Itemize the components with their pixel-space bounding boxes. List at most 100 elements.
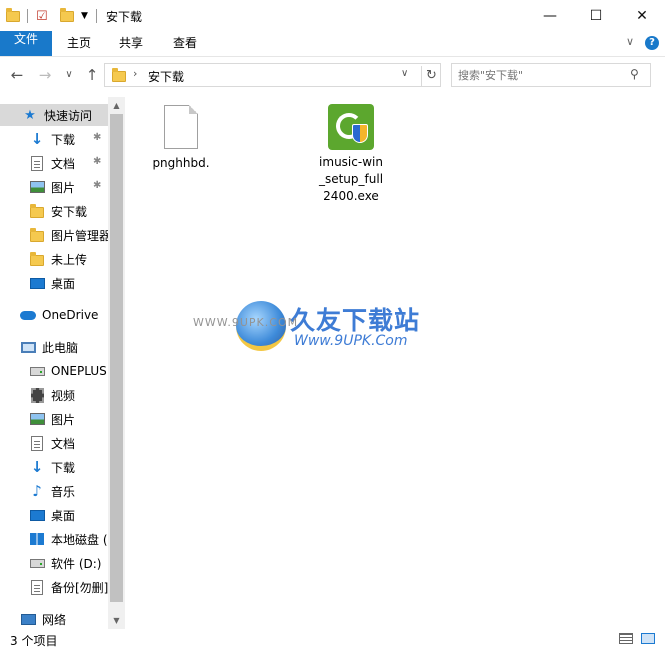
- sidebar-item-label: 未上传: [51, 252, 88, 267]
- document-icon: [31, 435, 43, 451]
- sidebar-item-pc-documents[interactable]: 文档: [0, 432, 108, 454]
- cloud-icon: [20, 310, 36, 320]
- tab-home[interactable]: 主页: [58, 31, 100, 56]
- sidebar-item-label: 图片管理器: [51, 228, 108, 243]
- desktop-icon: [29, 509, 45, 521]
- pin-icon[interactable]: ✱: [93, 180, 101, 191]
- expand-ribbon-icon[interactable]: ∨: [626, 35, 634, 48]
- details-view-icon[interactable]: [619, 633, 633, 644]
- new-folder-icon[interactable]: [60, 6, 74, 26]
- sidebar-item-label: 下载: [51, 460, 76, 475]
- tab-view[interactable]: 查看: [164, 31, 206, 56]
- customize-toolbar-icon[interactable]: ▼: [81, 6, 88, 26]
- scrollbar-thumb[interactable]: [110, 114, 123, 602]
- file-name: pnghhbd.: [152, 156, 210, 170]
- back-arrow-icon[interactable]: ←: [8, 65, 26, 85]
- file-name: imusic-win _setup_full 2400.exe: [318, 155, 384, 203]
- chevron-right-icon[interactable]: ›: [133, 67, 137, 80]
- picture-icon: [29, 413, 45, 425]
- refresh-icon[interactable]: ↻: [421, 66, 441, 86]
- maximize-button[interactable]: ☐: [573, 0, 619, 31]
- sidebar-item-anxiazai[interactable]: 安下载: [0, 200, 108, 222]
- sidebar-item-onedrive[interactable]: OneDrive: [0, 304, 108, 326]
- folder-icon: [30, 252, 44, 266]
- sidebar-item-downloads[interactable]: ↓ 下载 ✱: [0, 128, 108, 150]
- nav-scrollbar[interactable]: ▲ ▼: [108, 97, 125, 629]
- file-item[interactable]: pnghhbd.: [139, 105, 223, 172]
- sidebar-item-label: 此电脑: [42, 340, 79, 355]
- sidebar-item-pictures[interactable]: 图片 ✱: [0, 176, 108, 198]
- phone-device-icon: [29, 366, 45, 376]
- sidebar-item-documents[interactable]: 文档 ✱: [0, 152, 108, 174]
- document-icon: [164, 105, 198, 149]
- sidebar-item-label: 图片: [51, 180, 76, 195]
- folder-icon: [30, 204, 44, 218]
- document-icon: [31, 155, 43, 171]
- download-arrow-icon: ↓: [30, 130, 44, 148]
- sidebar-item-pc-pictures[interactable]: 图片: [0, 408, 108, 430]
- sidebar-item-label: 桌面: [51, 508, 76, 523]
- tab-file[interactable]: 文件: [0, 31, 52, 56]
- video-icon: [30, 387, 44, 403]
- large-icons-view-icon[interactable]: [641, 633, 655, 644]
- forward-arrow-icon[interactable]: →: [36, 65, 54, 85]
- watermark-url-faint: WWW.9UPK.COM: [193, 316, 299, 329]
- sidebar-item-label: 视频: [51, 388, 76, 403]
- search-input[interactable]: [458, 67, 618, 83]
- sidebar-item-this-pc[interactable]: 此电脑: [0, 336, 108, 358]
- network-icon: [20, 613, 36, 625]
- sidebar-item-software-d[interactable]: 软件 (D:): [0, 552, 108, 574]
- drive-icon: [29, 558, 45, 568]
- sidebar-item-label: 文档: [51, 156, 76, 171]
- search-box[interactable]: ⚲: [451, 63, 651, 87]
- sidebar-item-pc-desktop[interactable]: 桌面: [0, 504, 108, 526]
- close-button[interactable]: ✕: [619, 0, 665, 31]
- window-title: 安下载: [106, 10, 143, 24]
- minimize-button[interactable]: —: [527, 0, 573, 31]
- sidebar-item-pc-downloads[interactable]: ↓ 下载: [0, 456, 108, 478]
- sidebar-item-label: OneDrive: [42, 308, 99, 322]
- search-icon[interactable]: ⚲: [630, 67, 639, 81]
- watermark-url: Www.9UPK.Com: [294, 333, 408, 349]
- sidebar-item-network[interactable]: 网络: [0, 608, 108, 629]
- folder-icon: [6, 6, 20, 26]
- item-count: 3 个项目: [10, 634, 58, 648]
- sidebar-item-picture-manager[interactable]: 图片管理器: [0, 224, 108, 246]
- sidebar-item-videos[interactable]: 视频: [0, 384, 108, 406]
- pin-icon[interactable]: ✱: [93, 156, 101, 167]
- watermark-brand: 久友下载站: [290, 306, 421, 335]
- ribbon: 文件 主页 共享 查看 ∨ ?: [0, 31, 665, 57]
- breadcrumb[interactable]: 安下载: [148, 68, 184, 85]
- properties-icon[interactable]: ☑: [36, 6, 48, 26]
- sidebar-item-oneplus[interactable]: ONEPLUS: [0, 360, 108, 382]
- watermark: 久友下载站 Www.9UPK.Com WWW.9UPK.COM: [193, 293, 436, 365]
- sidebar-item-backup[interactable]: 备份[勿删]: [0, 576, 108, 598]
- sidebar-item-quick-access[interactable]: ★ 快速访问: [0, 104, 108, 126]
- tab-share[interactable]: 共享: [110, 31, 152, 56]
- recent-locations-icon[interactable]: ∨: [62, 65, 76, 85]
- chevron-down-icon[interactable]: ∨: [401, 68, 408, 79]
- address-bar[interactable]: › 安下载 ∨ ↻: [104, 63, 441, 87]
- divider: [27, 9, 28, 23]
- sidebar-item-local-disk-c[interactable]: 本地磁盘 (C:): [0, 528, 108, 550]
- scroll-up-icon[interactable]: ▲: [108, 97, 125, 114]
- sidebar-item-desktop[interactable]: 桌面: [0, 272, 108, 294]
- divider: [96, 9, 97, 23]
- title-bar: ☑ ▼ 安下载 — ☐ ✕: [0, 0, 665, 31]
- up-arrow-icon[interactable]: ↑: [83, 65, 101, 85]
- sidebar-item-music[interactable]: ♪ 音乐: [0, 480, 108, 502]
- sidebar-item-label: 下载: [51, 132, 76, 147]
- sidebar-item-label: 快速访问: [44, 108, 93, 123]
- windows-drive-icon: [30, 533, 44, 545]
- file-item[interactable]: imusic-win _setup_full 2400.exe: [309, 104, 393, 205]
- sidebar-item-label: 本地磁盘 (C:): [51, 532, 108, 547]
- sidebar-item-not-uploaded[interactable]: 未上传: [0, 248, 108, 270]
- picture-icon: [29, 181, 45, 193]
- desktop-icon: [29, 277, 45, 289]
- computer-icon: [20, 341, 36, 353]
- scroll-down-icon[interactable]: ▼: [108, 612, 125, 629]
- status-bar: 3 个项目: [0, 629, 665, 649]
- help-icon[interactable]: ?: [645, 36, 659, 50]
- pin-icon[interactable]: ✱: [93, 132, 101, 143]
- sidebar-item-label: 备份[勿删]: [51, 580, 108, 595]
